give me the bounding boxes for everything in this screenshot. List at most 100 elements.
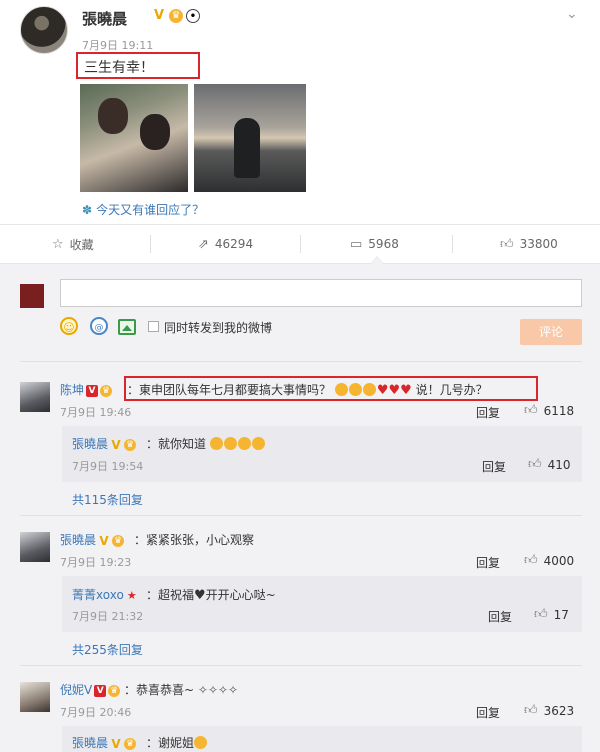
comment-author-name: 張曉晨 [60,533,97,547]
crown-icon: ♛ [124,438,137,451]
comment-author[interactable]: 陈坤 V ♛ [60,381,113,398]
reply-author-name: 菁菁xoxo [72,588,124,602]
action-divider [300,235,301,253]
reply-button[interactable]: 回复 [488,608,512,625]
comment-count: 5968 [368,237,399,251]
topic-at-icon[interactable]: @ [90,317,108,335]
reply-text: ：就你知道 [146,435,266,452]
crown-icon: ♛ [169,9,183,23]
comment-like-button[interactable]: 👍︎ 6118 [524,403,574,418]
commenter-avatar[interactable] [20,532,50,562]
reply-author-name: 張曉晨 [72,736,109,750]
comment-author[interactable]: 倪妮V V ♛ [60,681,121,698]
reply-like-button[interactable]: 👍︎ 410 [528,457,571,472]
repost-checkbox-label: 同时转发到我的微博 [164,321,273,335]
repost-checkbox[interactable] [148,321,159,332]
crown-icon: ♛ [108,684,121,697]
author-badges: V ♛ • [152,9,200,23]
commenter-avatar[interactable] [20,682,50,712]
thumb-up-icon: 👍︎ [524,703,538,718]
reply-button[interactable]: 回复 [476,404,500,421]
post-text: 三生有幸！ [84,60,154,76]
comment-time: 7月9日 19:46 [60,406,132,419]
panda-icon: • [186,9,200,23]
comment-author-name: 陈坤 [60,383,85,397]
heart-icon: ♥ [194,588,206,603]
reply-text: ：超祝福♥开开心心哒~ [146,586,276,603]
reply-author[interactable]: 菁菁xoxo ★ [72,586,138,603]
reply-author-name: 張曉晨 [72,437,109,451]
like-count: 33800 [519,237,558,251]
sparkle-emoji-icon: ✧✧✧✧ [197,683,239,697]
reply-author[interactable]: 張曉晨 V ♛ [72,734,137,751]
verified-v-icon: V [111,736,121,751]
topic-link[interactable]: ✽ 今天又有谁回应了？ [82,201,204,218]
repost-count: 46294 [214,237,254,251]
more-replies-link[interactable]: 共115条回复 [72,491,143,508]
reply-body-tail: 开开心心哒~ [205,588,276,602]
more-replies-link[interactable]: 共255条回复 [72,641,143,658]
star-icon: ★ [126,588,137,602]
sub-reply [62,726,582,752]
reply-body: ：超祝福 [146,588,195,602]
my-avatar [20,284,44,308]
image-icon[interactable] [118,319,136,335]
post-photo-sunset[interactable] [194,84,306,192]
comment-author[interactable]: 張曉晨 V ♛ [60,531,125,548]
crown-icon: ♛ [112,534,125,547]
verified-v-icon: V [94,684,107,697]
thumb-up-icon: 👍︎ [534,607,548,622]
author-avatar[interactable] [20,6,68,54]
reply-like-button[interactable]: 👍︎ 17 [534,607,569,622]
comment-body: ：恭喜恭喜~ [124,683,195,697]
comment-time: 7月9日 19:23 [60,556,132,569]
action-divider [452,235,453,253]
comment-like-count: 4000 [543,553,575,568]
divider [20,665,582,666]
reply-body: ：谢妮姐 [146,736,195,750]
reply-button[interactable]: 回复 [482,458,506,475]
topic-icon: ✽ [82,202,93,217]
grin-emoji-icon [209,437,223,450]
thumb-up-icon: 👍︎ [528,457,542,472]
submit-comment-button[interactable]: 评论 [520,319,582,345]
comment-text: ：紧紧张张，小心观察 [134,533,255,547]
grin-emoji-icon [251,437,265,450]
post-photo-couple[interactable] [80,84,188,192]
comment-like-count: 3623 [543,703,575,718]
comment-icon: ▭ [350,236,363,252]
repost-button[interactable]: ⇗ 46294 [198,225,253,263]
favorite-button[interactable]: ☆ 收藏 [52,225,94,263]
comment-like-button[interactable]: 👍︎ 4000 [524,553,574,568]
reply-text: ：谢妮姐 [146,734,208,751]
reply-body: ：就你知道 [146,437,207,451]
chevron-down-icon[interactable]: ⌄ [566,6,582,22]
comment-text: ：恭喜恭喜~ ✧✧✧✧ [124,681,238,698]
star-icon: ☆ [52,236,64,252]
verified-v-icon: V [153,8,165,23]
comment-input[interactable] [60,279,582,307]
reply-button[interactable]: 回复 [476,554,500,571]
divider [20,361,582,362]
like-button[interactable]: 👍︎ 33800 [500,225,558,263]
verified-v-icon: V [111,437,121,452]
favorite-label: 收藏 [69,237,94,252]
grin-emoji-icon [237,437,251,450]
comment-like-count: 6118 [543,403,575,418]
crown-icon: ♛ [124,737,137,750]
commenter-avatar[interactable] [20,382,50,412]
emoji-icon[interactable]: ☺ [60,317,78,335]
comments-section: ☺ @ 同时转发到我的微博 评论 陈坤 V ♛ ：東申团队每年七月都要搞大事情吗？ … [0,264,600,752]
reply-like-count: 17 [553,607,569,622]
grin-emoji-icon [223,437,237,450]
reply-button[interactable]: 回复 [476,704,500,721]
reply-time: 7月9日 21:32 [72,610,144,623]
post-time[interactable]: 7月9日 19:11 [82,37,153,53]
highlight-box [124,376,538,401]
reply-like-count: 410 [547,457,571,472]
author-name[interactable]: 張曉晨 [82,8,127,29]
reply-author[interactable]: 張曉晨 V ♛ [72,435,137,452]
topic-text: 今天又有谁回应了？ [96,203,205,217]
verified-v-icon: V [99,533,109,548]
comment-like-button[interactable]: 👍︎ 3623 [524,703,574,718]
